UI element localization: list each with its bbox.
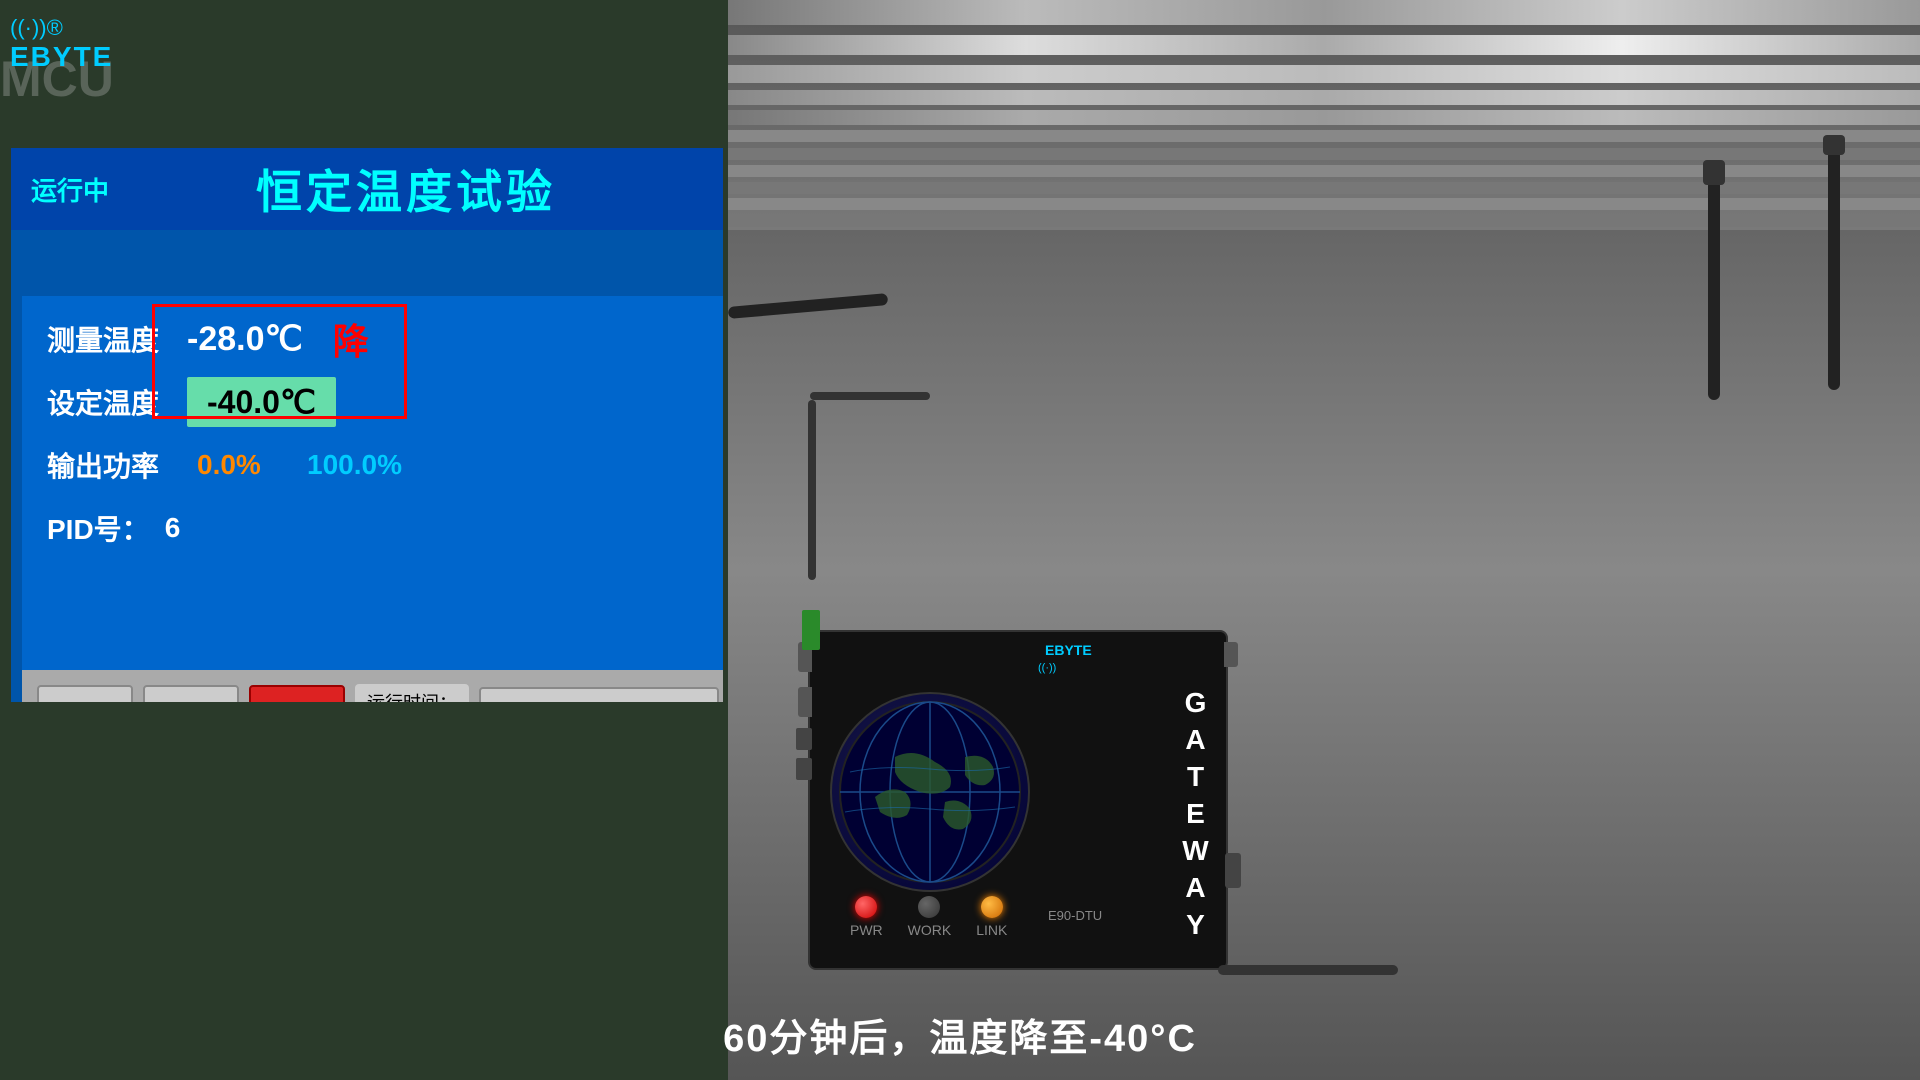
shelf-bar-4 bbox=[728, 90, 1920, 105]
runtime-label: 运行时间： bbox=[367, 693, 457, 702]
data-screen: 测量温度 -28.0℃ 降 设定温度 -40.0℃ 输出功率 0.0% 100.… bbox=[22, 296, 723, 702]
schedule-button[interactable]: 预约开机 bbox=[479, 687, 719, 702]
run-button[interactable]: 运行 bbox=[143, 685, 239, 703]
status-bar: 运行中 恒定温度试验 bbox=[11, 148, 723, 230]
pwr-led-group: PWR bbox=[850, 896, 883, 938]
shelf-bar-10 bbox=[728, 198, 1920, 210]
set-temp-label: 设定温度 bbox=[47, 382, 187, 422]
gateway-brand-label: EBYTE bbox=[1045, 642, 1092, 658]
ebyte-icon: ((·))® bbox=[10, 15, 113, 41]
shelf-bar-7 bbox=[728, 148, 1920, 160]
measured-temp-row: 测量温度 -28.0℃ 降 bbox=[47, 311, 709, 366]
left-panel: MCU ((·))® EBYTE 运行中 恒定温度试验 测量温度 -28.0℃ … bbox=[0, 0, 728, 1080]
set-temp-value[interactable]: -40.0℃ bbox=[187, 377, 336, 427]
output-val1: 0.0% bbox=[197, 449, 297, 481]
cable-bottom bbox=[1218, 965, 1398, 975]
model-number: E90-DTU bbox=[1048, 908, 1102, 923]
shelf-bar-1 bbox=[728, 0, 1920, 25]
antenna-base-left bbox=[1703, 160, 1725, 185]
set-temp-row: 设定温度 -40.0℃ bbox=[47, 374, 709, 429]
port-left-2 bbox=[798, 687, 812, 717]
direction-indicator: 降 bbox=[333, 313, 369, 365]
terminal-block bbox=[802, 610, 820, 650]
port-right-top bbox=[1224, 642, 1238, 667]
data-section: 测量温度 -28.0℃ 降 设定温度 -40.0℃ 输出功率 0.0% 100.… bbox=[22, 296, 723, 673]
right-panel: EBYTE ((·)) GATEWAY E90-DTU PWR WORK LIN… bbox=[728, 0, 1920, 1080]
pid-row: PID号： 6 bbox=[47, 500, 709, 555]
shelf-bar-2 bbox=[728, 35, 1920, 55]
antenna-right bbox=[1828, 150, 1840, 390]
output-label: 输出功率 bbox=[47, 445, 187, 485]
link-led bbox=[981, 896, 1003, 918]
antenna-port-right bbox=[1225, 853, 1241, 888]
link-led-group: LINK bbox=[976, 896, 1007, 938]
back-button[interactable]: 返回 bbox=[37, 685, 133, 703]
shelf-bar-11 bbox=[728, 215, 1920, 227]
screen-content: 运行中 恒定温度试验 测量温度 -28.0℃ 降 设定温度 -40.0℃ bbox=[11, 148, 723, 702]
brand-name: EBYTE bbox=[10, 41, 113, 73]
measured-temp-value: -28.0℃ bbox=[187, 319, 303, 359]
runtime-display: 运行时间： 0h 25m bbox=[355, 684, 469, 702]
shelf-bar-6 bbox=[728, 130, 1920, 142]
measured-temp-label: 测量温度 bbox=[47, 319, 187, 359]
work-label: WORK bbox=[908, 922, 952, 938]
subtitle: 60分钟后，温度降至-40°C bbox=[0, 1007, 1920, 1062]
bottom-buttons: 返回 运行 停止 运行时间： 0h 25m 预约开机 bbox=[22, 670, 723, 702]
hardware-background: EBYTE ((·)) GATEWAY E90-DTU PWR WORK LIN… bbox=[728, 0, 1920, 1080]
led-area: PWR WORK LINK bbox=[850, 896, 1007, 938]
work-led-group: WORK bbox=[908, 896, 952, 938]
antenna-base-right bbox=[1823, 135, 1845, 155]
pid-label: PID号： bbox=[47, 508, 150, 548]
globe-icon bbox=[830, 692, 1030, 892]
screen-title: 恒定温度试验 bbox=[109, 156, 703, 222]
running-status: 运行中 bbox=[31, 171, 109, 208]
output-row: 输出功率 0.0% 100.0% bbox=[47, 437, 709, 492]
pwr-led bbox=[855, 896, 877, 918]
gateway-model-icon: ((·)) bbox=[1038, 662, 1056, 674]
cable-top-horiz bbox=[810, 392, 930, 400]
cable-top-vertical bbox=[808, 400, 816, 580]
pwr-label: PWR bbox=[850, 922, 883, 938]
gateway-label: GATEWAY bbox=[1179, 687, 1211, 946]
link-label: LINK bbox=[976, 922, 1007, 938]
side-button-1 bbox=[796, 728, 812, 750]
side-button-2 bbox=[796, 758, 812, 780]
gateway-device: EBYTE ((·)) GATEWAY E90-DTU PWR WORK LIN… bbox=[808, 630, 1228, 970]
shelf-bar-5 bbox=[728, 110, 1920, 125]
shelf-bar-8 bbox=[728, 165, 1920, 177]
pid-value: 6 bbox=[165, 512, 181, 544]
shelf-bar-9 bbox=[728, 182, 1920, 194]
stop-button[interactable]: 停止 bbox=[249, 685, 345, 703]
output-val2: 100.0% bbox=[307, 449, 402, 481]
subtitle-text: 60分钟后，温度降至-40°C bbox=[723, 1018, 1197, 1060]
logo-area: ((·))® EBYTE bbox=[10, 15, 113, 73]
antenna-left bbox=[1708, 180, 1720, 400]
shelf-bar-3 bbox=[728, 65, 1920, 83]
work-led bbox=[918, 896, 940, 918]
